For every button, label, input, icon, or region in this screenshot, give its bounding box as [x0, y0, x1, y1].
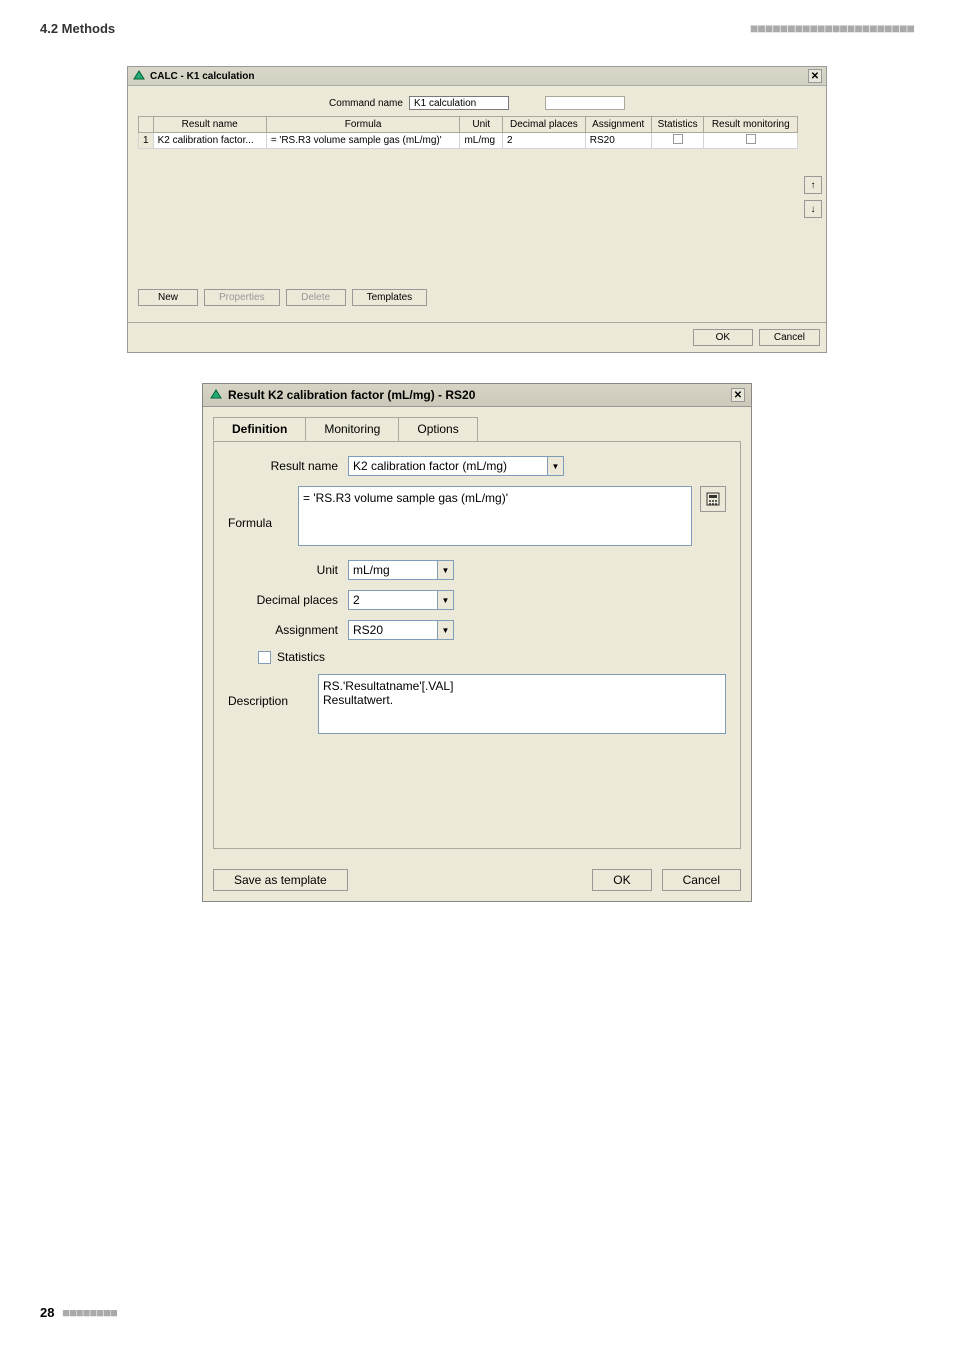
- cell-statistics: [651, 133, 704, 149]
- new-button[interactable]: New: [138, 289, 198, 306]
- calculator-icon[interactable]: [700, 486, 726, 512]
- results-table: Result name Formula Unit Decimal places …: [138, 116, 798, 149]
- app-logo-icon: [209, 388, 223, 402]
- formula-label: Formula: [228, 486, 298, 530]
- save-template-button[interactable]: Save as template: [213, 869, 348, 891]
- templates-button[interactable]: Templates: [352, 289, 428, 306]
- app-logo-icon: [132, 69, 146, 83]
- ok-button[interactable]: OK: [592, 869, 651, 891]
- command-name-label: Command name: [329, 98, 403, 109]
- page-number: 28: [40, 1305, 54, 1320]
- description-label: Description: [228, 674, 318, 708]
- tab-definition[interactable]: Definition: [213, 417, 306, 441]
- col-decimals[interactable]: Decimal places: [503, 117, 586, 133]
- formula-input[interactable]: = 'RS.R3 volume sample gas (mL/mg)': [298, 486, 692, 546]
- table-row[interactable]: 1 K2 calibration factor... = 'RS.R3 volu…: [139, 133, 798, 149]
- unit-label: Unit: [228, 563, 348, 577]
- chevron-down-icon[interactable]: ▼: [438, 560, 454, 580]
- delete-button[interactable]: Delete: [286, 289, 346, 306]
- description-input[interactable]: RS.'Resultatname'[.VAL] Resultatwert.: [318, 674, 726, 734]
- col-monitoring[interactable]: Result monitoring: [704, 117, 798, 133]
- cell-result-name: K2 calibration factor...: [153, 133, 266, 149]
- assignment-input[interactable]: [348, 620, 438, 640]
- cell-decimals: 2: [503, 133, 586, 149]
- chevron-down-icon[interactable]: ▼: [548, 456, 564, 476]
- close-icon[interactable]: ✕: [808, 69, 822, 83]
- dialog-title: Result K2 calibration factor (mL/mg) - R…: [228, 388, 475, 402]
- close-icon[interactable]: ✕: [731, 388, 745, 402]
- cell-monitoring: [704, 133, 798, 149]
- blank-tab: [545, 96, 625, 110]
- col-statistics[interactable]: Statistics: [651, 117, 704, 133]
- tab-options[interactable]: Options: [398, 417, 477, 441]
- col-result-name[interactable]: Result name: [153, 117, 266, 133]
- row-index: 1: [139, 133, 154, 149]
- move-up-icon[interactable]: ↑: [804, 176, 822, 194]
- chevron-down-icon[interactable]: ▼: [438, 590, 454, 610]
- decimals-label: Decimal places: [228, 593, 348, 607]
- calc-dialog: CALC - K1 calculation ✕ Command name Res…: [127, 66, 827, 353]
- statistics-label: Statistics: [277, 650, 325, 664]
- unit-input[interactable]: [348, 560, 438, 580]
- chevron-down-icon[interactable]: ▼: [438, 620, 454, 640]
- col-unit[interactable]: Unit: [460, 117, 503, 133]
- move-down-icon[interactable]: ↓: [804, 200, 822, 218]
- statistics-checkbox[interactable]: [258, 651, 271, 664]
- cell-unit: mL/mg: [460, 133, 503, 149]
- cancel-button[interactable]: Cancel: [662, 869, 741, 891]
- decimals-input[interactable]: [348, 590, 438, 610]
- result-dialog: Result K2 calibration factor (mL/mg) - R…: [202, 383, 752, 902]
- command-name-input[interactable]: [409, 96, 509, 110]
- col-formula[interactable]: Formula: [266, 117, 460, 133]
- cell-assignment: RS20: [585, 133, 651, 149]
- dialog-title: CALC - K1 calculation: [150, 71, 254, 82]
- cancel-button[interactable]: Cancel: [759, 329, 820, 346]
- col-assignment[interactable]: Assignment: [585, 117, 651, 133]
- section-header: 4.2 Methods: [40, 21, 115, 36]
- ok-button[interactable]: OK: [693, 329, 753, 346]
- result-name-input[interactable]: [348, 456, 548, 476]
- footer-ticks: ■■■■■■■■: [62, 1305, 117, 1320]
- properties-button[interactable]: Properties: [204, 289, 280, 306]
- result-name-label: Result name: [228, 459, 348, 473]
- tab-monitoring[interactable]: Monitoring: [305, 417, 399, 441]
- header-ticks: ■■■■■■■■■■■■■■■■■■■■■■: [750, 20, 914, 36]
- cell-formula: = 'RS.R3 volume sample gas (mL/mg)': [266, 133, 460, 149]
- assignment-label: Assignment: [228, 623, 348, 637]
